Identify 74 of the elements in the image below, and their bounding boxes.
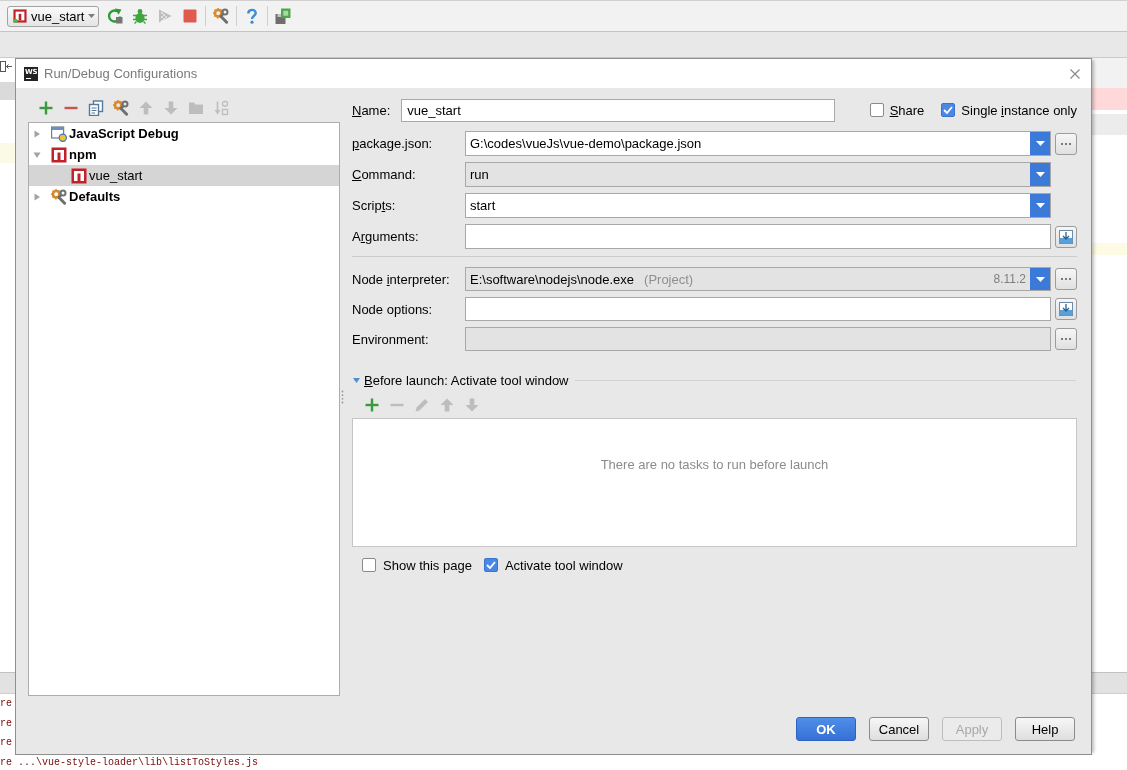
collapse-panel-icon[interactable] [0, 61, 12, 72]
tree-item[interactable]: vue_start [29, 165, 339, 186]
checkbox-label: Single instance only [961, 102, 1077, 118]
expand-arrow-icon[interactable] [33, 129, 41, 138]
input-field[interactable]: vue_start [401, 98, 836, 122]
current-line-highlight [1092, 243, 1127, 255]
bug-icon[interactable] [132, 8, 148, 24]
floppy-chip-icon[interactable] [275, 8, 291, 24]
empty-list-message: There are no tasks to run before launch [600, 457, 829, 472]
add-icon[interactable] [364, 397, 380, 413]
checkbox[interactable] [869, 103, 884, 117]
input-field[interactable] [465, 224, 1051, 249]
stop-icon[interactable] [182, 8, 198, 24]
rerun-icon[interactable] [107, 8, 123, 24]
field-label: Name: [352, 102, 391, 118]
dropdown-field[interactable]: run [465, 162, 1051, 187]
field-label: Command: [352, 167, 416, 182]
dialog-button[interactable]: Cancel [869, 717, 929, 741]
console-line: re [0, 699, 12, 709]
npm-icon [13, 9, 27, 23]
checkbox-label: Activate tool window [504, 557, 623, 573]
tree-item[interactable]: JavaScript Debug [29, 123, 339, 144]
checkbox[interactable] [941, 103, 956, 117]
tree-item[interactable]: Defaults [29, 186, 339, 207]
browse-button[interactable] [1055, 328, 1077, 350]
console-line: re [0, 738, 12, 748]
help-icon[interactable] [244, 8, 260, 24]
expand-button[interactable] [1055, 225, 1077, 248]
field-label: Arguments: [352, 229, 419, 244]
console-line: re ...\vue-style-loader\lib\listToStyles.js [0, 757, 259, 768]
wrench-gear-icon[interactable] [113, 100, 129, 116]
field-label: Node interpreter: [352, 271, 450, 287]
copy-icon[interactable] [88, 100, 104, 116]
checkbox[interactable] [362, 558, 376, 572]
npm-icon [71, 167, 87, 184]
wrench-gear-icon [51, 188, 67, 205]
current-line-highlight [0, 143, 15, 163]
caret-icon [88, 14, 96, 18]
tree-item[interactable]: npm [29, 144, 339, 165]
expand-arrow-icon[interactable] [33, 192, 41, 201]
run-config-dropdown[interactable]: vue_start [7, 5, 99, 27]
npm-icon [51, 146, 67, 163]
dropdown-field[interactable]: G:\codes\vueJs\vue-demo\package.json [465, 131, 1051, 156]
add-icon[interactable] [38, 100, 54, 116]
field-label: package.json: [352, 136, 433, 151]
dropdown-field[interactable]: E:\software\nodejs\node.exe (Project) 8.11.2 [465, 267, 1051, 291]
dropdown-field[interactable]: start [465, 193, 1051, 218]
browse-button[interactable] [1055, 132, 1077, 155]
checkbox[interactable] [483, 558, 498, 572]
ellipsis-icon [1061, 142, 1071, 145]
primary-button[interactable]: OK [796, 717, 856, 741]
checkbox-label: Share [889, 102, 925, 118]
field-label: Node options: [352, 301, 433, 317]
field-label: Scripts: [352, 198, 396, 213]
expand-arrow-icon[interactable] [33, 150, 41, 159]
expand-field-icon [1059, 302, 1073, 316]
section-heading: Before launch: Activate tool window [364, 372, 569, 388]
splitter-handle[interactable] [341, 390, 344, 404]
checkbox-label: Show this page [383, 557, 472, 573]
error-line-highlight [1092, 88, 1127, 110]
wrench-gear-icon[interactable] [213, 8, 229, 24]
browse-button[interactable] [1055, 268, 1077, 290]
input-field[interactable] [465, 327, 1051, 351]
dialog-button[interactable]: Help [1015, 717, 1075, 741]
debug-window-icon [51, 125, 67, 142]
collapse-arrow-icon[interactable] [353, 376, 360, 384]
window-title: Run/Debug Configurations [44, 66, 198, 81]
field-label: Environment: [352, 331, 429, 347]
console-line: re [0, 718, 12, 729]
panel-header [0, 82, 15, 100]
expand-button[interactable] [1055, 298, 1077, 320]
expand-field-icon [1059, 229, 1073, 244]
close-icon[interactable] [1070, 68, 1080, 79]
input-field[interactable] [465, 297, 1051, 321]
